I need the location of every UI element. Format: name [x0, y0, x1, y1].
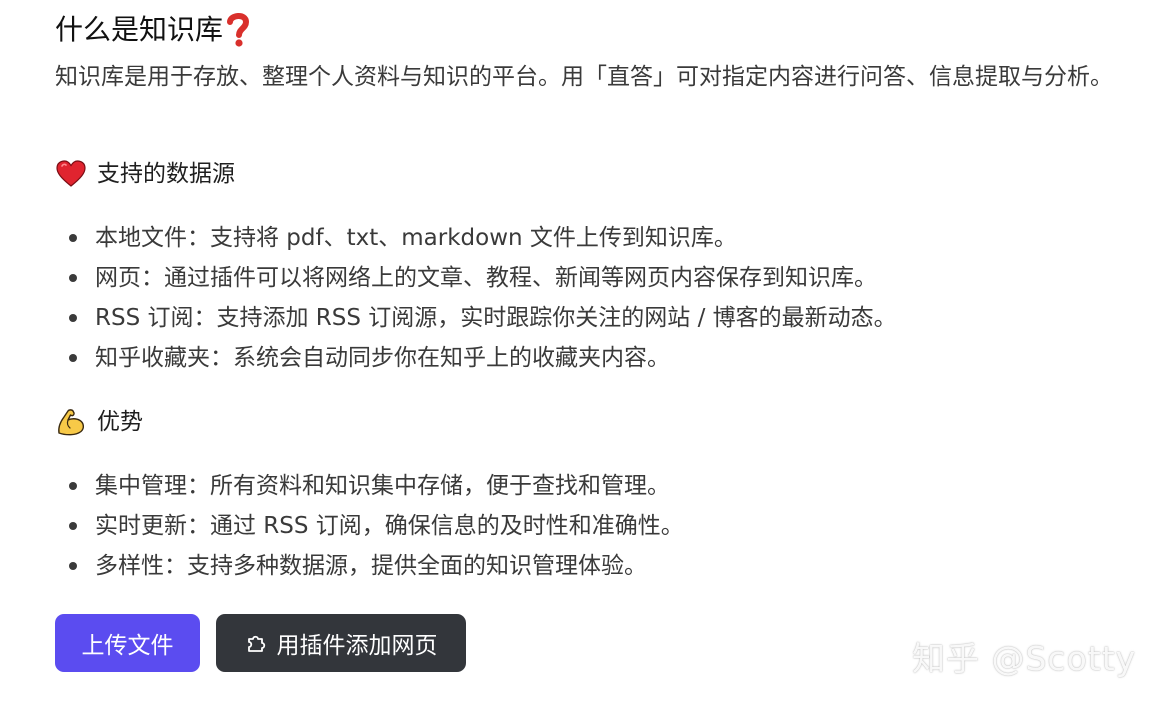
list-item-text: 实时更新：通过 RSS 订阅，确保信息的及时性和准确性。	[95, 513, 684, 539]
bullet-dot	[69, 314, 77, 322]
list-item: 知乎收藏夹：系统会自动同步你在知乎上的收藏夹内容。	[55, 338, 1145, 378]
add-webpage-via-plugin-button-label: 用插件添加网页	[276, 633, 438, 659]
list-item-text: RSS 订阅：支持添加 RSS 订阅源，实时跟踪你关注的网站 / 博客的最新动态…	[95, 305, 897, 331]
list-item: 多样性：支持多种数据源，提供全面的知识管理体验。	[55, 546, 1145, 586]
watermark: 知乎 @Scotty	[912, 639, 1137, 678]
page-title: 什么是知识库	[55, 13, 224, 46]
list-item-text: 本地文件：支持将 pdf、txt、markdown 文件上传到知识库。	[95, 225, 737, 251]
list-item-text: 知乎收藏夹：系统会自动同步你在知乎上的收藏夹内容。	[95, 345, 670, 371]
intro-text: 知识库是用于存放、整理个人资料与知识的平台。用「直答」可对指定内容进行问答、信息…	[55, 64, 1113, 90]
list-item: 网页：通过插件可以将网络上的文章、教程、新闻等网页内容保存到知识库。	[55, 258, 1145, 298]
sources-heading-label: 支持的数据源	[97, 161, 235, 187]
add-webpage-via-plugin-button[interactable]: 用插件添加网页	[216, 614, 466, 672]
action-buttons: 上传文件 用插件添加网页	[55, 614, 466, 672]
title-row: 什么是知识库	[55, 10, 251, 50]
sources-heading: 支持的数据源	[55, 156, 235, 192]
advantages-list: 集中管理：所有资料和知识集中存储，便于查找和管理。 实时更新：通过 RSS 订阅…	[55, 466, 1145, 586]
bullet-dot	[69, 274, 77, 282]
question-mark-icon	[225, 12, 251, 48]
list-item: 集中管理：所有资料和知识集中存储，便于查找和管理。	[55, 466, 1145, 506]
bullet-dot	[69, 522, 77, 530]
list-item-text: 多样性：支持多种数据源，提供全面的知识管理体验。	[95, 553, 647, 579]
list-item: 实时更新：通过 RSS 订阅，确保信息的及时性和准确性。	[55, 506, 1145, 546]
advantages-heading-label: 优势	[97, 409, 143, 435]
list-item: 本地文件：支持将 pdf、txt、markdown 文件上传到知识库。	[55, 218, 1145, 258]
upload-file-button[interactable]: 上传文件	[55, 614, 200, 672]
bullet-dot	[69, 562, 77, 570]
list-item-text: 集中管理：所有资料和知识集中存储，便于查找和管理。	[95, 473, 670, 499]
list-item-text: 网页：通过插件可以将网络上的文章、教程、新闻等网页内容保存到知识库。	[95, 265, 877, 291]
advantages-heading: 优势	[55, 404, 143, 440]
list-item: RSS 订阅：支持添加 RSS 订阅源，实时跟踪你关注的网站 / 博客的最新动态…	[55, 298, 1145, 338]
puzzle-icon	[245, 632, 267, 654]
sources-list: 本地文件：支持将 pdf、txt、markdown 文件上传到知识库。 网页：通…	[55, 218, 1145, 378]
bullet-dot	[69, 482, 77, 490]
flexed-biceps-icon	[55, 406, 87, 438]
heart-icon	[55, 158, 87, 190]
upload-file-button-label: 上传文件	[81, 633, 174, 659]
bullet-dot	[69, 234, 77, 242]
bullet-dot	[69, 354, 77, 362]
